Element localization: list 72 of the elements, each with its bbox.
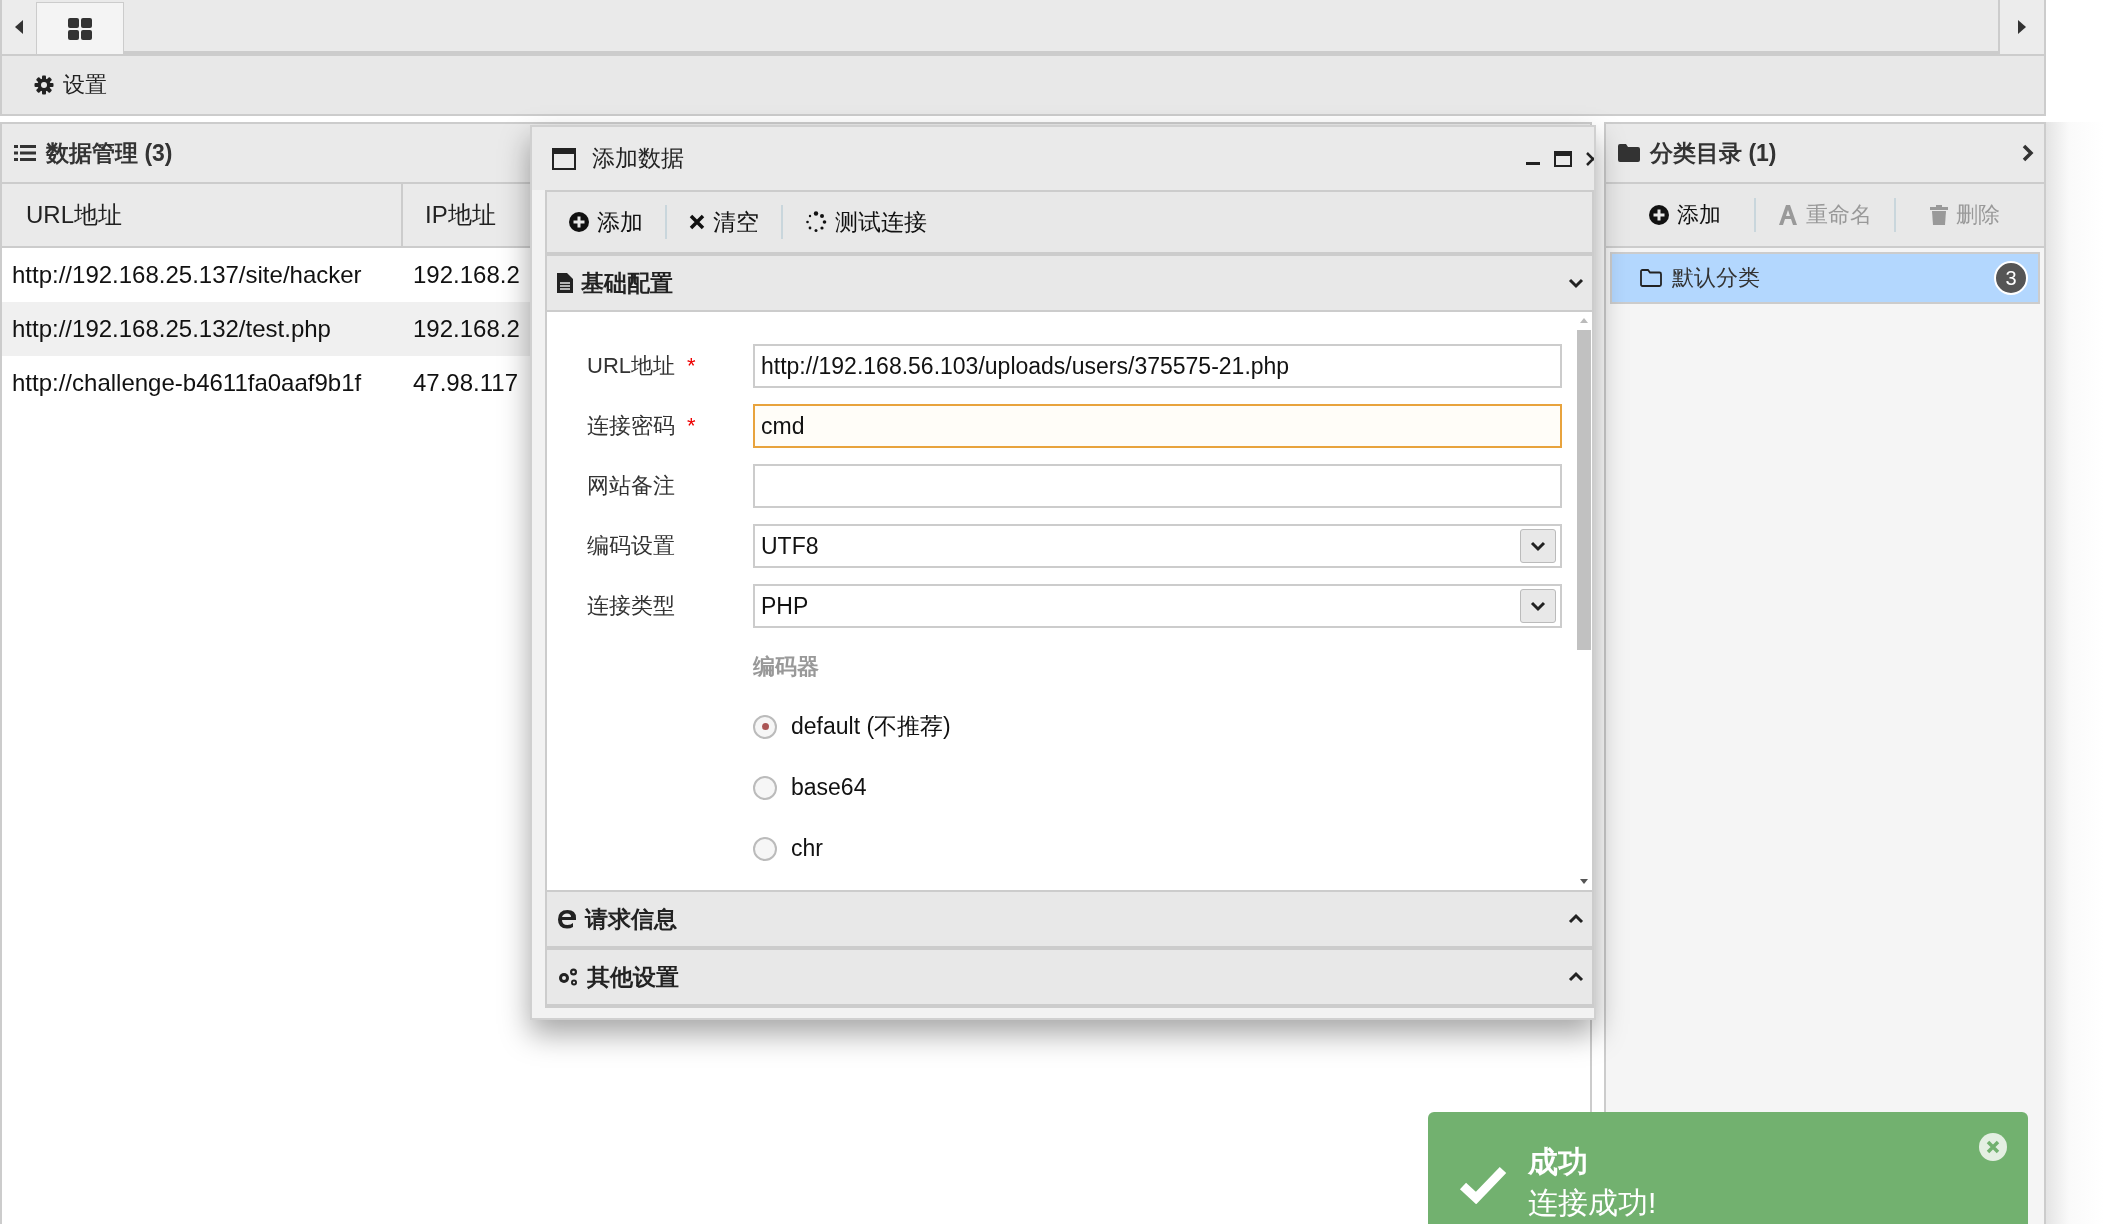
category-label: 默认分类 [1672,264,1760,292]
folder-icon [1640,269,1662,287]
dialog-title: 添加数据 [592,144,684,173]
section-header[interactable]: 其他设置 [547,948,1592,1006]
scroll-up-icon [1579,316,1589,324]
scroll-down-icon [1579,878,1589,886]
field-label: 连接类型 [587,592,675,620]
table-cell-text: 47.98.117 [412,369,518,397]
trash-icon [1930,205,1948,225]
panel-title: 分类目录 (1) [1650,138,1777,168]
add-button[interactable]: 添加 [557,206,665,238]
table-cell-text: 192.168.2 [412,261,520,289]
category-item[interactable]: 默认分类 3 [1610,252,2040,304]
required-mark: * [687,413,696,439]
required-mark: * [687,353,696,379]
window-icon [552,147,576,170]
clear-button[interactable]: 清空 [667,206,781,238]
left-arrow-icon [14,19,24,35]
field-label: 网站备注 [587,472,675,500]
toast-title: 成功 [1528,1144,1589,1180]
section-header[interactable]: 请求信息 [547,890,1592,948]
field-label: 编码设置 [587,532,675,560]
chevron-up-icon [1568,913,1584,925]
input-field[interactable]: cmd [753,404,1562,448]
dropdown-field[interactable]: UTF8 [753,524,1562,568]
encoder-label: 编码器 [753,653,820,681]
input-field[interactable]: http://192.168.56.103/uploads/users/375575-21.php [753,344,1562,388]
table-cell-text: http://192.168.25.132/test.php [11,315,332,343]
panel-title: 数据管理 (3) [46,138,173,168]
letter-icon [1778,205,1798,225]
maximize-icon[interactable] [1554,150,1572,167]
gears-icon [557,967,579,987]
dropdown-field[interactable]: PHP [753,584,1562,628]
right-arrow-icon [2017,19,2027,35]
radio-button[interactable] [753,775,777,800]
table-cell-text: http://192.168.25.137/site/hacker [11,261,363,289]
radio-button[interactable] [753,714,777,739]
spinner-icon [805,211,827,233]
table-cell-text: 192.168.2 [412,315,520,343]
plus-circle-icon [1649,205,1669,225]
grid-icon [68,17,92,40]
column-header[interactable]: IP地址 [403,184,496,246]
close-icon[interactable] [1586,150,1594,167]
list-icon [14,144,36,162]
folder-icon [1618,144,1640,162]
count-badge: 3 [1994,261,2028,295]
home-tab[interactable] [36,2,124,54]
radio-button[interactable] [753,836,777,861]
test-connection-button[interactable]: 测试连接 [783,206,949,238]
toast-message: 连接成功! [1528,1185,1657,1221]
field-label: URL地址 [587,352,675,380]
add-button[interactable]: 添加 [1616,199,1754,231]
check-icon [1458,1164,1508,1204]
table-cell-text: http://challenge-b4611fa0aaf9b1f [11,369,363,397]
radio-option[interactable]: default (不推荐) [753,696,1562,757]
column-header[interactable]: URL地址 [2,184,403,246]
chevron-up-icon [1568,971,1584,983]
radio-option[interactable]: chr [753,818,1562,879]
chevron-down-icon [1530,600,1546,612]
radio-option[interactable]: base64 [753,757,1562,818]
settings-button[interactable]: 设置 [28,69,113,101]
gear-icon [34,75,54,95]
input-field[interactable] [753,464,1562,508]
section-header[interactable]: 基础配置 [547,254,1592,312]
chevron-down-icon [1530,540,1546,552]
x-icon [689,214,705,230]
plus-circle-icon [569,212,589,232]
chevron-right-icon[interactable] [2022,144,2034,162]
document-icon [557,273,573,293]
field-label: 连接密码 [587,412,675,440]
browser-e-icon [557,909,577,929]
chevron-down-icon [1568,277,1584,289]
